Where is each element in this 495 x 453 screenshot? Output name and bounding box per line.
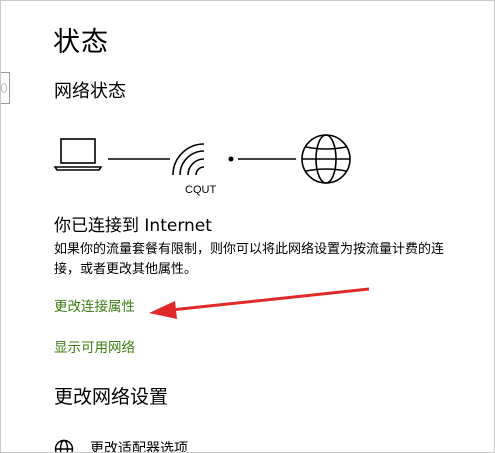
network-status-heading: 网络状态	[54, 81, 126, 102]
metered-connection-description: 如果你的流量套餐有限制，则你可以将此网络设置为按流量计费的连接，或者更改其他属性…	[54, 242, 445, 277]
change-network-settings-heading: 更改网络设置	[54, 386, 169, 408]
show-available-networks-link[interactable]: 显示可用网络	[54, 338, 135, 358]
globe-icon	[301, 134, 351, 184]
wifi-icon	[172, 143, 234, 176]
handle-glyph	[1, 83, 7, 93]
settings-window: 状态 网络状态 CQUT 你已连接到 Internet 如果你的流量套餐有限制，…	[0, 0, 495, 453]
change-adapter-options-label: 更改适配器选项	[90, 441, 188, 453]
page-title: 状态	[53, 27, 109, 58]
globe-icon	[54, 439, 74, 452]
laptop-icon	[53, 138, 103, 171]
annotation-arrow	[149, 287, 370, 319]
connection-status-text: 你已连接到 Internet	[54, 216, 212, 236]
change-adapter-options-item[interactable]: 更改适配器选项	[54, 439, 188, 453]
side-panel-handle[interactable]	[1, 72, 10, 104]
network-ssid: CQUT	[185, 184, 217, 196]
change-connection-properties-link[interactable]: 更改连接属性	[54, 297, 135, 317]
